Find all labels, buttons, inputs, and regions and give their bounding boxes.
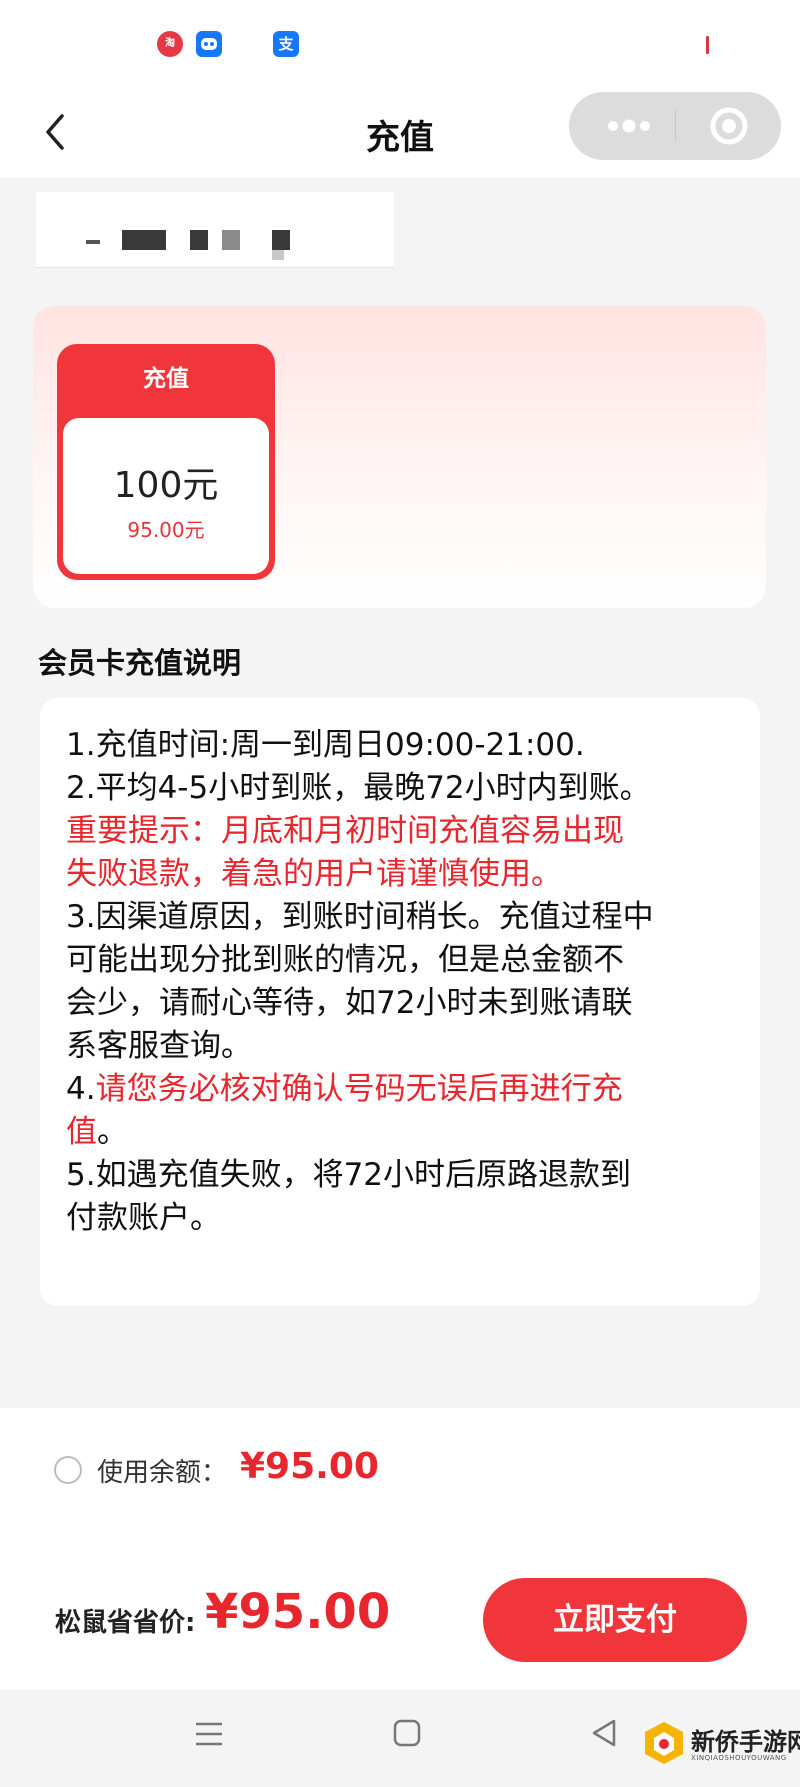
total-value: ¥95.00 [205, 1584, 391, 1640]
balance-value: ¥95.00 [240, 1446, 379, 1487]
recharge-option-100[interactable]: 充值 100元 95.00元 [57, 344, 275, 580]
capsule-divider [675, 110, 676, 142]
status-indicator [706, 36, 709, 54]
nav-bar: 充值 [0, 86, 800, 178]
site-watermark: 新侨手游网 XINQIAOSHOUYOUWANG [641, 1712, 800, 1776]
watermark-subtext: XINQIAOSHOUYOUWANG [691, 1754, 787, 1762]
alipay-icon: 支 [273, 31, 299, 57]
watermark-logo-icon [641, 1718, 687, 1768]
phone-input[interactable] [58, 210, 378, 260]
notes-title: 会员卡充值说明 [38, 646, 242, 680]
note-line-mixed: 4.请您务必核对确认号码无误后再进行充 [66, 1068, 734, 1111]
total-label: 松鼠省省价: [55, 1608, 196, 1638]
pay-now-button[interactable]: 立即支付 [483, 1578, 747, 1662]
note-warning-text: 请您务必核对确认号码无误后再进行充 [95, 1071, 623, 1107]
option-label: 充值 [143, 366, 189, 392]
bot-icon [196, 31, 222, 57]
note-line: 2.平均4-5小时到账，最晚72小时内到账。 [66, 770, 651, 806]
watermark-text: 新侨手游网 [691, 1727, 800, 1756]
target-close-icon[interactable] [707, 104, 751, 148]
more-dots-icon[interactable] [599, 110, 659, 142]
back-triangle-icon[interactable] [590, 1718, 618, 1752]
home-icon[interactable] [392, 1718, 422, 1752]
note-line-mixed: 值。 [66, 1111, 734, 1154]
masked-digit [272, 230, 290, 250]
note-line: 5.如遇充值失败，将72小时后原路退款到 [66, 1157, 632, 1193]
note-line: 系客服查询。 [66, 1028, 252, 1064]
note-line-warning: 重要提示：月底和月初时间充值容易出现 [66, 813, 624, 849]
masked-digit [86, 240, 100, 244]
notes-card: 1.充值时间:周一到周日09:00-21:00. 2.平均4-5小时到账，最晚7… [40, 698, 760, 1306]
taobao-icon: 淘 [157, 31, 183, 57]
masked-digit [222, 230, 240, 250]
masked-digit [272, 250, 284, 260]
use-balance-radio[interactable] [54, 1456, 82, 1484]
phone-input-area[interactable] [36, 192, 394, 268]
recharge-options: 充值 100元 95.00元 [33, 306, 766, 608]
checkout-panel: 使用余额： ¥95.00 松鼠省省价: ¥95.00 立即支付 [0, 1408, 800, 1690]
menu-icon[interactable] [194, 1720, 224, 1752]
option-inner: 100元 95.00元 [63, 418, 269, 574]
masked-digit [190, 230, 208, 250]
option-price: 95.00元 [127, 518, 205, 542]
note-line: 1.充值时间:周一到周日09:00-21:00. [66, 727, 585, 763]
balance-label: 使用余额： [97, 1458, 228, 1488]
note-warning-text: 值 [66, 1114, 97, 1150]
masked-digit [122, 230, 166, 250]
option-amount: 100元 [113, 465, 219, 506]
note-line: 付款账户。 [66, 1200, 221, 1236]
status-bar: 淘 支 [0, 0, 800, 86]
note-line: 3.因渠道原因，到账时间稍长。充值过程中 [66, 899, 654, 935]
note-line-warning: 失败退款，着急的用户请谨慎使用。 [66, 856, 562, 892]
note-line: 会少，请耐心等待，如72小时未到账请联 [66, 985, 633, 1021]
note-prefix: 4. [66, 1071, 96, 1107]
note-suffix: 。 [97, 1114, 128, 1150]
note-line: 可能出现分批到账的情况，但是总金额不 [66, 942, 624, 978]
mini-program-capsule [569, 92, 781, 160]
